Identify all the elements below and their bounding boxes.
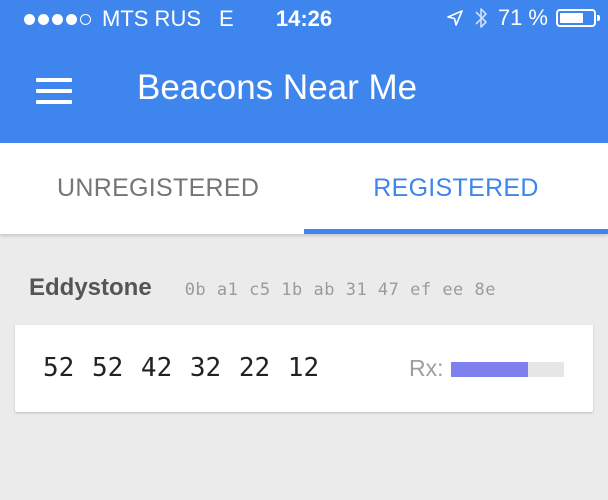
rx-label: Rx: [409, 355, 444, 381]
beacon-instance-id: 52 52 42 32 22 12 [43, 353, 320, 383]
app-title: Beacons Near Me [137, 68, 418, 107]
rx-signal-fill [451, 362, 528, 377]
hamburger-menu-icon[interactable] [36, 78, 72, 104]
battery-icon [556, 9, 600, 27]
tab-unregistered[interactable]: UNREGISTERED [0, 143, 304, 234]
rx-signal-bar [451, 362, 564, 377]
namespace-id: 0b a1 c5 1b ab 31 47 ef ee 8e [184, 280, 496, 300]
app-bar: MTS RUS E 14:26 71 % Beacons Near Me [0, 0, 608, 143]
location-arrow-icon [447, 10, 463, 26]
tab-bar: UNREGISTERED REGISTERED [0, 143, 608, 234]
tab-label: REGISTERED [373, 174, 539, 202]
status-bar: MTS RUS E 14:26 71 % [0, 0, 608, 36]
bluetooth-icon [475, 8, 487, 28]
eddystone-section-header: Eddystone 0b a1 c5 1b ab 31 47 ef ee 8e [29, 274, 496, 302]
battery-level [560, 13, 583, 23]
tab-label: UNREGISTERED [57, 174, 260, 202]
beacon-card[interactable]: 52 52 42 32 22 12 Rx: [15, 325, 593, 412]
battery-percent: 71 % [497, 5, 548, 30]
tab-registered[interactable]: REGISTERED [304, 143, 608, 234]
tab-selected-indicator [304, 229, 608, 234]
section-title: Eddystone [29, 274, 152, 301]
